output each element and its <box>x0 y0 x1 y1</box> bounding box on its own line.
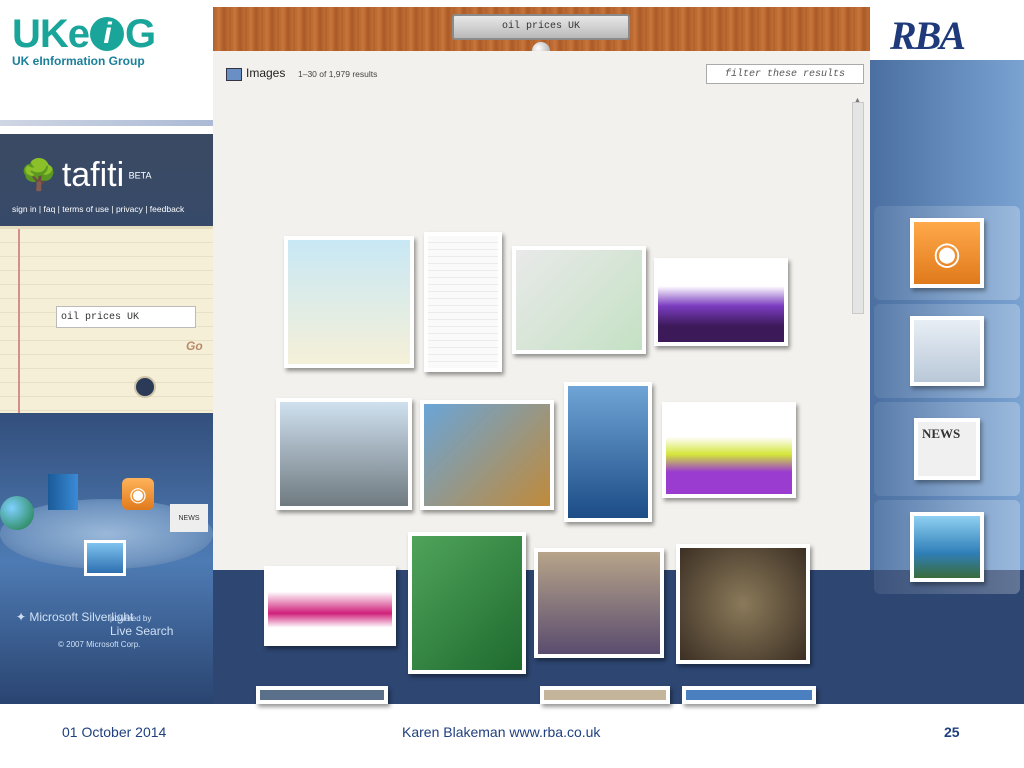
dock-rss[interactable]: ◉ <box>874 206 1020 300</box>
results-heading: Images <box>246 66 286 80</box>
image-result-thumbnail[interactable] <box>256 686 388 704</box>
image-result-thumbnail[interactable] <box>676 544 810 664</box>
image-result-thumbnail[interactable] <box>276 398 412 510</box>
results-count: 1–30 of 1,979 results <box>298 69 378 79</box>
live-search-label: Live Search <box>110 624 174 638</box>
page-number: 25 <box>944 724 960 740</box>
image-result-thumbnail[interactable] <box>662 402 796 498</box>
images-icon <box>226 68 242 81</box>
ukeig-logo-mark: UKe i G <box>12 12 156 56</box>
dock-web[interactable] <box>874 304 1020 398</box>
tafiti-logo: 🌳 tafiti BETA <box>20 156 151 195</box>
book-icon[interactable] <box>48 474 78 510</box>
rss-icon[interactable]: ◉ <box>122 478 154 510</box>
tafiti-wordmark: tafiti <box>61 156 125 194</box>
image-result-thumbnail[interactable] <box>408 532 526 674</box>
image-result-thumbnail[interactable] <box>534 548 664 658</box>
notepad-hole <box>134 376 156 398</box>
dock-images[interactable] <box>874 500 1020 594</box>
image-result-thumbnail[interactable] <box>564 382 652 522</box>
rss-feed-icon: ◉ <box>910 218 984 288</box>
tree-icon: 🌳 <box>20 159 58 192</box>
image-icon[interactable] <box>84 540 126 576</box>
tafiti-top-links[interactable]: sign in | faq | terms of use | privacy |… <box>12 204 184 214</box>
beta-badge: BETA <box>128 170 152 181</box>
filter-input[interactable]: filter these results <box>706 64 864 84</box>
results-scrollbar[interactable]: ▲ <box>852 97 864 314</box>
powered-by-label: powered by <box>110 614 152 623</box>
image-result-thumbnail[interactable] <box>284 236 414 368</box>
copyright-text: © 2007 Microsoft Corp. <box>58 640 141 649</box>
notepad-margin-line <box>18 229 20 413</box>
newspaper-icon: NEWS <box>914 418 980 480</box>
web-page-icon <box>910 316 984 386</box>
image-result-thumbnail[interactable] <box>682 686 816 704</box>
footer-author: Karen Blakeman www.rba.co.uk <box>402 724 601 740</box>
image-result-thumbnail[interactable] <box>540 686 670 704</box>
query-drawer-label: oil prices UK <box>452 14 630 40</box>
image-result-thumbnail[interactable] <box>264 566 396 646</box>
image-result-thumbnail[interactable] <box>512 246 646 354</box>
image-result-thumbnail[interactable] <box>420 400 554 510</box>
globe-icon[interactable] <box>0 496 34 530</box>
dock-news[interactable]: NEWS <box>874 402 1020 496</box>
live-search-logo: powered by Live Search <box>110 610 173 638</box>
image-result-thumbnail[interactable] <box>654 258 788 346</box>
footer-date: 01 October 2014 <box>62 724 167 740</box>
go-button[interactable]: Go <box>186 339 203 353</box>
image-result-thumbnail[interactable] <box>424 232 502 372</box>
news-icon[interactable]: NEWS <box>170 504 208 532</box>
landscape-photo-icon <box>910 512 984 582</box>
scroll-up-icon[interactable]: ▲ <box>854 97 861 104</box>
search-input[interactable]: oil prices UK <box>56 306 196 328</box>
